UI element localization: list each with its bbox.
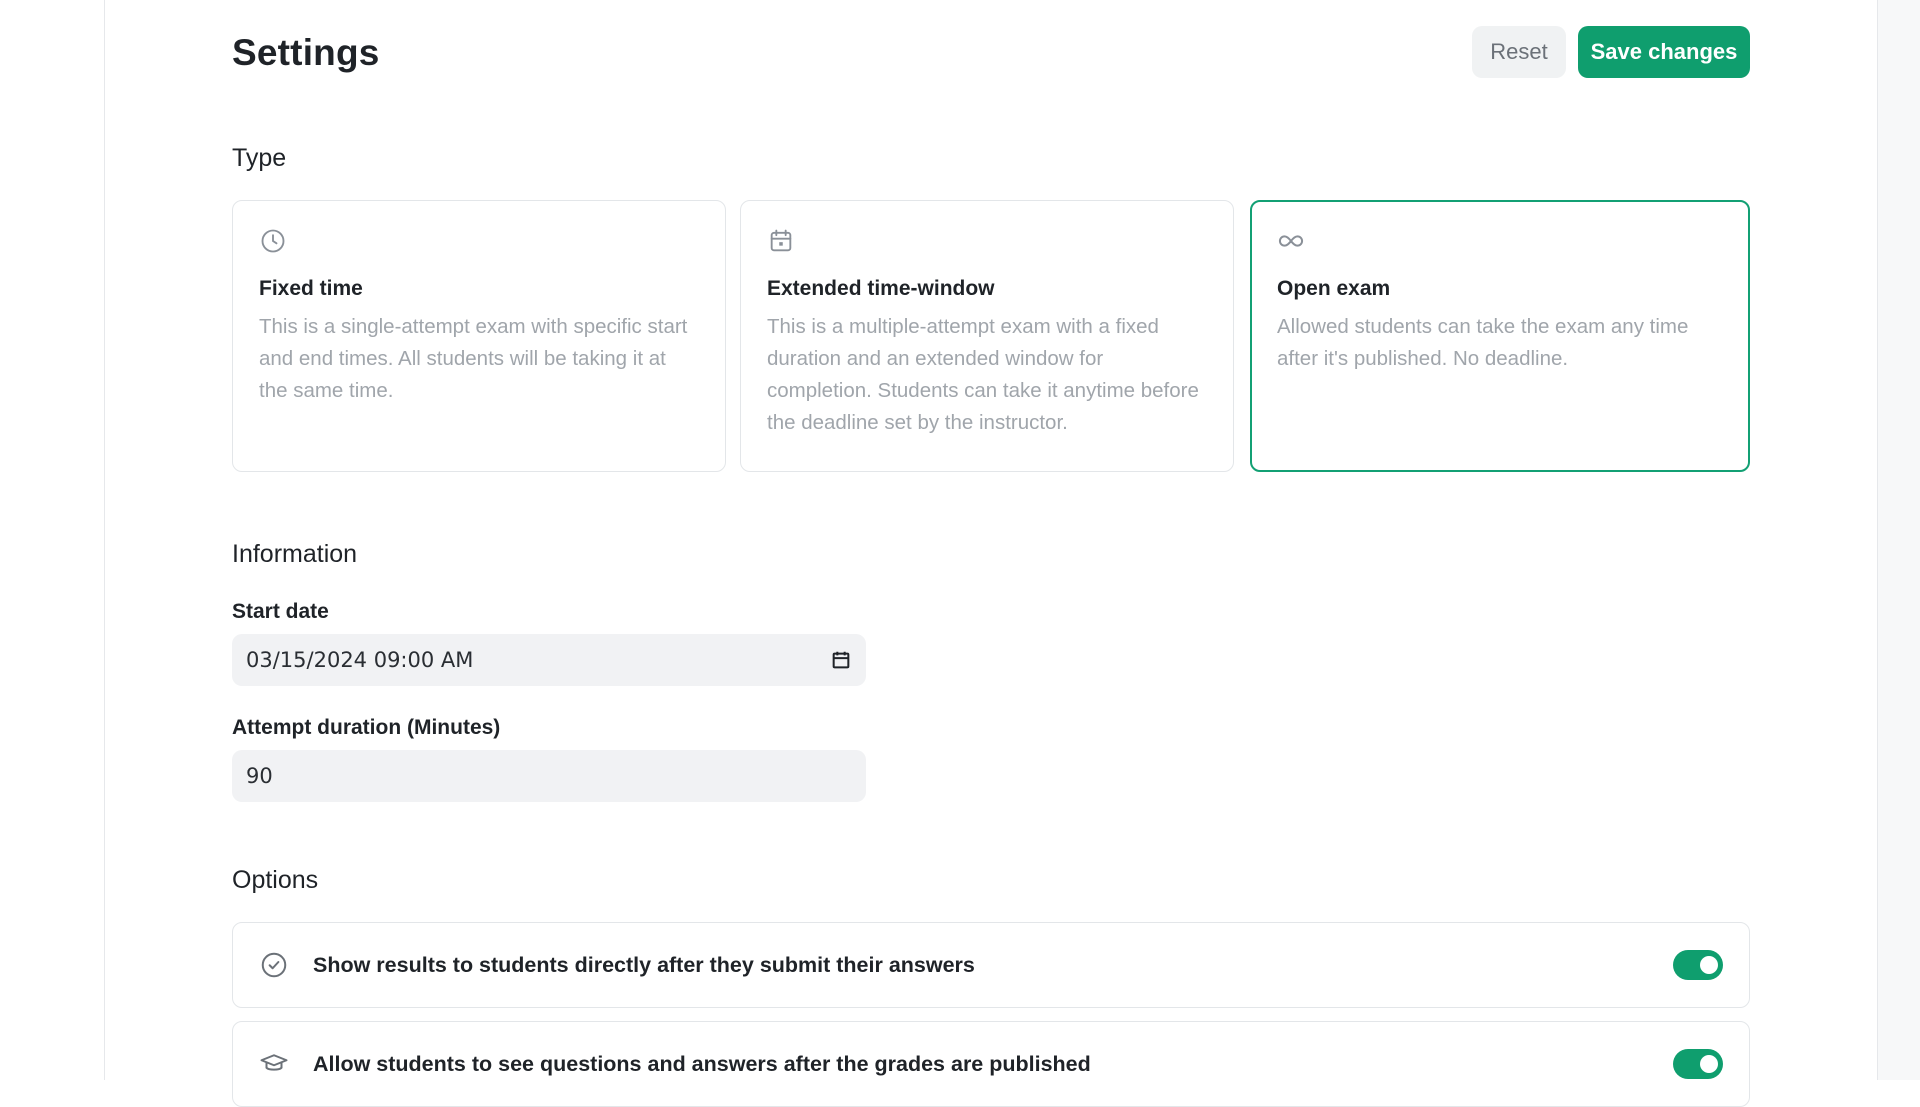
card-title: Fixed time <box>259 277 363 300</box>
attempt-duration-value: 90 <box>246 764 273 788</box>
card-title: Open exam <box>1277 277 1391 300</box>
type-card-open-exam[interactable]: Open exam Allowed students can take the … <box>1250 200 1750 472</box>
attempt-duration-input[interactable]: 90 <box>232 750 866 802</box>
information-section-title: Information <box>232 540 358 568</box>
page-header: Settings Reset Save changes <box>232 26 1750 80</box>
save-changes-button[interactable]: Save changes <box>1578 26 1750 78</box>
type-card-fixed-time[interactable]: Fixed time This is a single-attempt exam… <box>232 200 726 472</box>
option-row-allow-review: Allow students to see questions and answ… <box>232 1021 1750 1107</box>
options-section-title: Options <box>232 866 319 894</box>
graduation-cap-icon <box>260 1054 288 1071</box>
calendar-picker-icon[interactable] <box>830 649 852 671</box>
type-cards: Fixed time This is a single-attempt exam… <box>232 200 1750 474</box>
option-label: Show results to students directly after … <box>313 952 975 977</box>
show-results-toggle[interactable] <box>1673 950 1723 980</box>
reset-button[interactable]: Reset <box>1472 26 1566 78</box>
type-card-extended-time-window[interactable]: Extended time-window This is a multiple-… <box>740 200 1234 472</box>
option-row-show-results: Show results to students directly after … <box>232 922 1750 1008</box>
calendar-icon <box>770 229 792 252</box>
card-title: Extended time-window <box>767 277 995 300</box>
option-label: Allow students to see questions and answ… <box>313 1051 1091 1076</box>
card-description: Allowed students can take the exam any t… <box>1277 315 1689 370</box>
clock-icon <box>261 229 285 253</box>
start-date-input[interactable]: 03/15/2024 09:00 AM <box>232 634 866 686</box>
start-date-value: 03/15/2024 09:00 AM <box>246 648 474 672</box>
card-description: This is a multiple-attempt exam with a f… <box>767 315 1199 434</box>
card-description: This is a single-attempt exam with speci… <box>259 315 688 402</box>
left-rail <box>0 0 105 1080</box>
check-circle-icon <box>261 952 287 978</box>
right-rail <box>1877 0 1920 1080</box>
attempt-duration-label: Attempt duration (Minutes) <box>232 716 501 739</box>
start-date-label: Start date <box>232 600 329 623</box>
infinity-icon <box>1278 235 1304 247</box>
allow-review-toggle[interactable] <box>1673 1049 1723 1079</box>
page-title: Settings <box>232 32 380 73</box>
type-section-title: Type <box>232 144 287 172</box>
